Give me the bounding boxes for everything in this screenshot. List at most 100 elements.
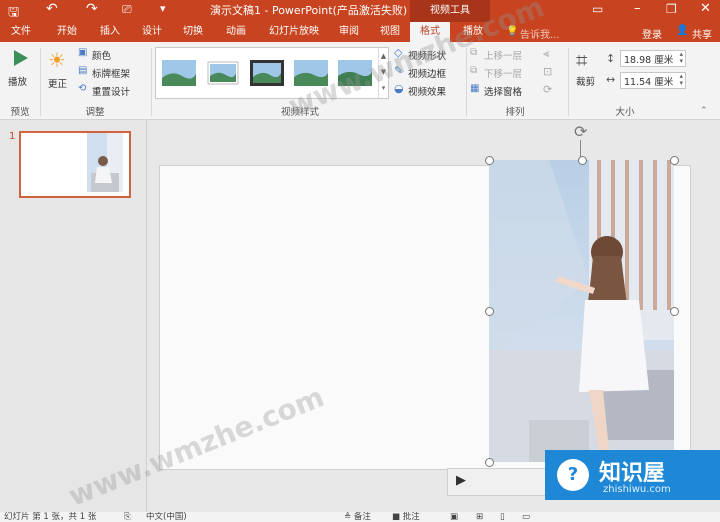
poster-frame-icon: ▤: [78, 65, 88, 76]
send-backward-button[interactable]: ⧉ 下移一层: [470, 65, 538, 80]
group-separator: [151, 48, 152, 116]
poster-frame-label: 标牌框架: [92, 69, 131, 80]
reset-design-button[interactable]: ⟲ 重置设计: [78, 83, 150, 98]
corrections-button[interactable]: ☀ 更正: [46, 48, 76, 96]
rotate-handle-icon[interactable]: ⟳: [574, 122, 587, 141]
selection-pane-label: 选择窗格: [484, 87, 523, 98]
tab-design[interactable]: 设计: [135, 22, 169, 42]
tab-animations[interactable]: 动画: [219, 22, 253, 42]
video-object[interactable]: [489, 160, 674, 462]
spelling-icon[interactable]: ⎘: [124, 512, 131, 522]
play-button[interactable]: 播放: [6, 48, 36, 88]
minimize-icon[interactable]: –: [634, 1, 641, 16]
play-icon: [14, 50, 28, 66]
poster-frame-button[interactable]: ▤ 标牌框架: [78, 65, 150, 80]
restore-icon[interactable]: ❐: [666, 2, 677, 16]
ribbon-display-options-icon[interactable]: ▭: [592, 2, 603, 16]
share-button[interactable]: 共享: [692, 26, 712, 41]
start-from-beginning-icon[interactable]: ⎚: [122, 2, 132, 17]
adjust-group-label: 调整: [85, 107, 105, 118]
group-separator: [40, 48, 41, 116]
selection-pane-button[interactable]: ▦ 选择窗格: [470, 83, 538, 98]
close-icon[interactable]: ✕: [700, 1, 711, 16]
color-button[interactable]: ▣ 颜色: [78, 47, 144, 62]
brand-url: zhishiwu.com: [603, 484, 671, 495]
slide-thumbnail[interactable]: [19, 131, 131, 198]
rotate-icon[interactable]: ⟳: [543, 83, 552, 96]
bring-forward-label: 上移一层: [484, 51, 523, 62]
window-title: 演示文稿1 - PowerPoint(产品激活失败): [210, 4, 408, 17]
color-label: 颜色: [92, 51, 112, 62]
video-effects-button[interactable]: ◒ 视频效果: [394, 82, 464, 98]
tab-home[interactable]: 开始: [50, 22, 84, 42]
reset-icon: ⟲: [78, 83, 87, 94]
tab-transitions[interactable]: 切换: [176, 22, 210, 42]
reading-view-icon[interactable]: ▯: [500, 512, 505, 522]
tab-slideshow[interactable]: 幻灯片放映: [262, 22, 326, 42]
play-label: 播放: [8, 77, 28, 88]
comments-label: 批注: [402, 512, 420, 522]
slideshow-view-icon[interactable]: ▭: [522, 512, 530, 522]
tab-review[interactable]: 审阅: [332, 22, 366, 42]
brand-badge: ? 知识屋 zhishiwu.com: [545, 450, 720, 500]
crop-label: 裁剪: [576, 77, 596, 88]
selection-pane-icon: ▦: [470, 83, 480, 94]
ribbon-tabs: 文件 开始 插入 设计 切换 动画 幻灯片放映 审阅 视图 格式 播放 💡 告诉…: [0, 22, 720, 42]
rotate-handle-line: [580, 140, 581, 157]
comments-button[interactable]: ■ 批注: [392, 512, 420, 522]
slide-sorter-icon[interactable]: ⊞: [476, 512, 483, 522]
tab-insert[interactable]: 插入: [93, 22, 127, 42]
media-controls: ▶: [447, 468, 549, 496]
bring-forward-button[interactable]: ⧉ 上移一层: [470, 47, 538, 62]
play-pause-icon[interactable]: ▶: [456, 473, 466, 488]
group-icon[interactable]: ⊡: [543, 65, 552, 78]
resize-handle-top-right[interactable]: [670, 156, 679, 165]
corrections-label: 更正: [48, 79, 68, 90]
normal-view-icon[interactable]: ▣: [450, 512, 458, 522]
login-link[interactable]: 登录: [642, 26, 662, 41]
crop-icon: ⌗: [576, 48, 588, 72]
width-value: 11.54 厘米: [624, 77, 674, 88]
video-effects-label: 视频效果: [408, 87, 447, 98]
send-backward-label: 下移一层: [484, 69, 523, 80]
crop-button[interactable]: ⌗ 裁剪: [572, 48, 602, 96]
height-input[interactable]: 18.98 厘米 ▴ ▾: [620, 50, 686, 67]
language[interactable]: 中文(中国): [146, 512, 187, 522]
slide-info: 幻灯片 第 1 张，共 1 张: [4, 512, 97, 522]
width-spinner[interactable]: ▴ ▾: [679, 73, 683, 87]
align-icon[interactable]: ⫷: [543, 47, 549, 61]
status-bar: 幻灯片 第 1 张，共 1 张 ⎘ 中文(中国) ≜ 备注 ■ 批注 ▣ ⊞ ▯…: [0, 512, 720, 522]
undo-icon[interactable]: ↶: [46, 1, 58, 17]
width-icon: ↔: [606, 73, 616, 86]
notes-button[interactable]: ≜ 备注: [344, 512, 371, 522]
video-frame-image: [489, 160, 674, 462]
width-input[interactable]: 11.54 厘米 ▴ ▾: [620, 72, 686, 89]
height-value: 18.98 厘米: [624, 55, 674, 66]
send-backward-icon: ⧉: [470, 65, 478, 76]
customize-quick-access-icon[interactable]: ▾: [160, 2, 166, 15]
effects-icon: ◒: [394, 82, 404, 95]
video-style-3[interactable]: [250, 60, 284, 86]
resize-handle-top[interactable]: [578, 156, 587, 165]
resize-handle-top-left[interactable]: [485, 156, 494, 165]
resize-handle-right[interactable]: [670, 307, 679, 316]
video-style-2[interactable]: [206, 60, 240, 86]
question-icon: ?: [557, 459, 589, 491]
video-style-1[interactable]: [162, 60, 196, 86]
collapse-ribbon-icon[interactable]: ⌃: [700, 106, 708, 116]
tab-file[interactable]: 文件: [4, 22, 38, 42]
height-spinner[interactable]: ▴ ▾: [679, 51, 683, 65]
slide-number: 1: [9, 131, 16, 142]
size-group-label: 大小: [615, 107, 635, 118]
tab-view[interactable]: 视图: [373, 22, 407, 42]
color-icon: ▣: [78, 47, 88, 58]
group-separator: [466, 48, 467, 116]
resize-handle-left[interactable]: [485, 307, 494, 316]
notes-label: 备注: [353, 512, 371, 522]
group-separator: [568, 48, 569, 116]
user-icon: 👤: [676, 25, 689, 36]
resize-handle-bottom-left[interactable]: [485, 458, 494, 467]
redo-icon[interactable]: ↷: [86, 1, 98, 17]
preview-group-label: 预览: [10, 107, 30, 118]
brand-name: 知识屋: [599, 461, 666, 486]
